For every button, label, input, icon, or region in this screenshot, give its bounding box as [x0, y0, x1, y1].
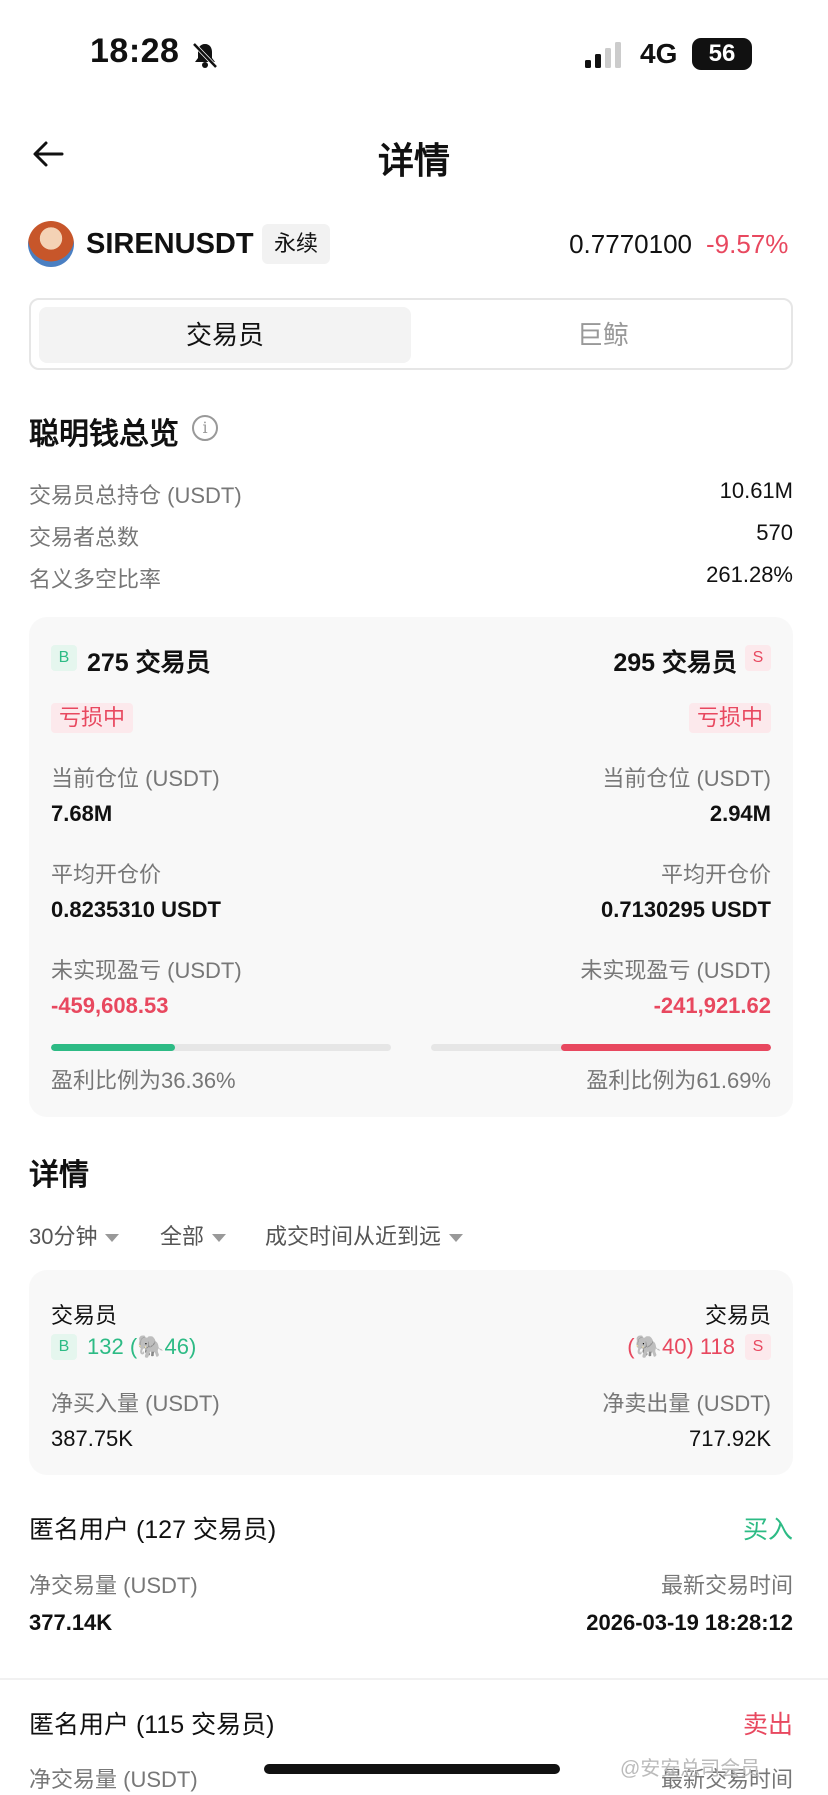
long-avg-price-value: 0.8235310 USDT: [51, 897, 221, 922]
sell-trader-counts: (🐘40) 118: [627, 1334, 735, 1359]
trade-time-value: 2026-03-19 18:28:12: [586, 1610, 793, 1635]
buy-traders-title: 交易员: [51, 1303, 118, 1328]
net-sell-value: 717.92K: [689, 1426, 771, 1451]
status-time: 18:28: [90, 32, 180, 70]
total-position-label: 交易员总持仓 (USDT): [29, 483, 242, 508]
net-buy-value: 387.75K: [51, 1426, 133, 1451]
time-filter-dropdown[interactable]: 30分钟: [29, 1219, 120, 1251]
net-sell-label: 净卖出量 (USDT): [602, 1391, 771, 1416]
short-trader-count: 295 交易员: [613, 649, 737, 677]
buy-badge: B: [51, 1334, 77, 1360]
sort-filter-dropdown[interactable]: 成交时间从近到远: [265, 1219, 464, 1251]
long-pnl-value: -459,608.53: [51, 993, 169, 1018]
price-change: -9.57%: [706, 229, 789, 259]
short-status-badge: 亏损中: [688, 703, 771, 733]
net-buy-label: 净买入量 (USDT): [51, 1391, 220, 1416]
long-short-ratio-value: 261.28%: [706, 562, 793, 587]
chevron-down-icon: [449, 1234, 464, 1243]
watermark: @安安总司会员: [620, 1758, 761, 1780]
divider: [0, 1678, 828, 1680]
side-filter-label: 全部: [160, 1224, 205, 1249]
side-filter-dropdown[interactable]: 全部: [160, 1219, 227, 1251]
trade-volume-label: 净交易量 (USDT): [29, 1767, 198, 1792]
short-profit-bar: [431, 1044, 771, 1051]
long-short-card: B 275 交易员 亏损中 当前仓位 (USDT) 7.68M 平均开仓价 0.…: [29, 617, 793, 1117]
buy-trader-counts: 132 (🐘46): [87, 1334, 197, 1359]
short-position-value: 2.94M: [709, 801, 771, 826]
chevron-down-icon: [212, 1234, 227, 1243]
long-position-value: 7.68M: [51, 801, 113, 826]
sell-badge: S: [745, 1334, 771, 1360]
bell-muted-icon: [192, 42, 218, 69]
buy-badge: B: [51, 645, 77, 671]
trade-user-name[interactable]: 匿名用户 (115 交易员): [29, 1705, 274, 1741]
trade-volume-value: 377.14K: [29, 1610, 113, 1635]
long-profit-bar: [51, 1044, 391, 1051]
long-pnl-label: 未实现盈亏 (USDT): [51, 958, 242, 983]
short-profit-bar-fill: [561, 1044, 771, 1051]
short-avg-price-value: 0.7130295 USDT: [601, 897, 771, 922]
signal-icon: [585, 42, 621, 68]
short-avg-price-label: 平均开仓价: [660, 862, 771, 887]
network-type: 4G: [640, 38, 678, 69]
long-profit-ratio: 盈利比例为36.36%: [51, 1068, 236, 1093]
long-status-badge: 亏损中: [51, 703, 134, 733]
trade-time-label: 最新交易时间: [660, 1573, 793, 1598]
trade-volume-label: 净交易量 (USDT): [29, 1573, 198, 1598]
tab-bar: 交易员 巨鲸: [29, 298, 793, 370]
sort-filter-label: 成交时间从近到远: [265, 1224, 442, 1249]
tab-whales[interactable]: 巨鲸: [419, 307, 787, 363]
short-profit-ratio: 盈利比例为61.69%: [586, 1068, 771, 1093]
trader-count-value: 570: [756, 520, 793, 545]
trader-count-label: 交易者总数: [29, 525, 140, 550]
net-flow-card: 交易员 B 132 (🐘46) 净买入量 (USDT) 387.75K 交易员 …: [29, 1270, 793, 1475]
long-position-label: 当前仓位 (USDT): [51, 766, 220, 791]
long-trader-count: 275 交易员: [87, 649, 211, 677]
long-short-ratio-label: 名义多空比率: [29, 567, 162, 592]
contract-type-tag: 永续: [262, 224, 331, 264]
chevron-down-icon: [105, 1234, 120, 1243]
details-title: 详情: [29, 1159, 89, 1192]
tab-traders[interactable]: 交易员: [39, 307, 411, 363]
trade-side: 买入: [742, 1516, 793, 1544]
overview-title: 聪明钱总览: [29, 418, 179, 451]
battery-indicator: 56: [692, 38, 752, 70]
symbol-name[interactable]: SIRENUSDT: [86, 228, 254, 261]
home-indicator[interactable]: [264, 1764, 560, 1774]
sell-badge: S: [745, 645, 771, 671]
short-pnl-value: -241,921.62: [653, 993, 771, 1018]
trade-side: 卖出: [742, 1711, 793, 1739]
last-price: 0.7770100: [569, 229, 692, 259]
short-position-label: 当前仓位 (USDT): [602, 766, 771, 791]
sell-traders-title: 交易员: [704, 1303, 771, 1328]
short-pnl-label: 未实现盈亏 (USDT): [580, 958, 771, 983]
trade-user-name[interactable]: 匿名用户 (127 交易员): [29, 1510, 276, 1546]
long-profit-bar-fill: [51, 1044, 175, 1051]
long-avg-price-label: 平均开仓价: [51, 862, 162, 887]
info-icon[interactable]: i: [192, 415, 218, 441]
page-title: 详情: [377, 140, 450, 181]
token-avatar: [28, 221, 74, 267]
time-filter-label: 30分钟: [29, 1224, 98, 1249]
total-position-value: 10.61M: [719, 478, 793, 503]
